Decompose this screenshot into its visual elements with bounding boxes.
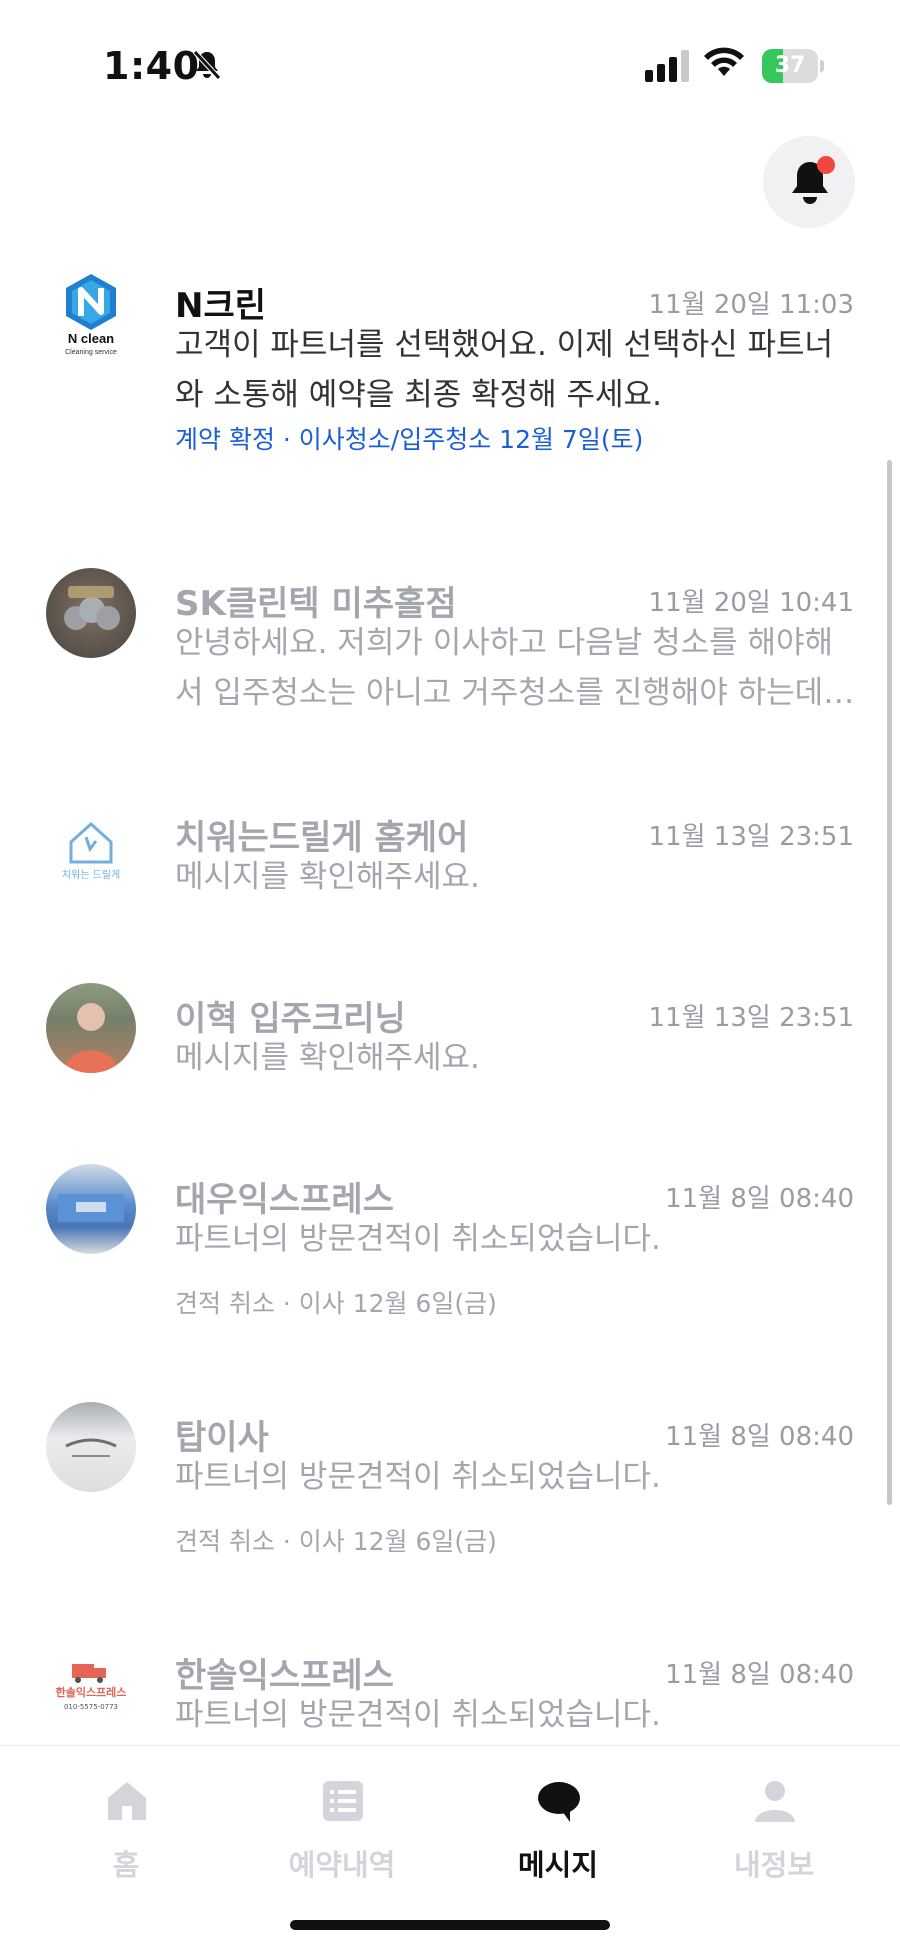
message-preview: 파트너의 방문견적이 취소되었습니다.: [175, 1459, 661, 1495]
message-time: 11월 8일 08:40: [665, 1422, 854, 1452]
tab-home[interactable]: 홈: [26, 1746, 226, 1886]
message-preview: 메시지를 확인해주세요.: [175, 859, 480, 895]
avatar: [46, 983, 136, 1073]
message-status: 견적 취소 · 이사 12월 6일(금): [175, 1289, 497, 1318]
message-item[interactable]: 대우익스프레스 11월 8일 08:40 파트너의 방문견적이 취소되었습니다.…: [0, 1164, 900, 1318]
avatar: N clean Cleaning service: [46, 270, 136, 360]
tab-profile[interactable]: 내정보: [674, 1746, 874, 1886]
tab-label: 홈: [112, 1848, 140, 1882]
person-photo-icon: [64, 1003, 118, 1073]
home-indicator: [290, 1920, 610, 1930]
battery-percent: 37: [774, 53, 806, 78]
message-item[interactable]: 치워는 드릴게 치워는드릴게 홈케어 11월 13일 23:51 메시지를 확인…: [0, 802, 900, 902]
message-list: N clean Cleaning service N크린 11월 20일 11:…: [0, 250, 900, 1745]
tab-label: 메시지: [517, 1848, 599, 1882]
message-item[interactable]: N clean Cleaning service N크린 11월 20일 11:…: [0, 270, 900, 460]
tab-messages[interactable]: 메시지: [458, 1746, 658, 1886]
message-preview: 안녕하세요. 저희가 이사하고 다음날 청소를 해야해서 입주청소는 아니고 거…: [175, 625, 834, 711]
message-preview: 파트너의 방문견적이 취소되었습니다.: [175, 1697, 661, 1733]
message-time: 11월 13일 23:51: [648, 822, 854, 852]
message-item[interactable]: 한솔익스프레스 010-5575-0773 한솔익스프레스 11월 8일 08:…: [0, 1640, 900, 1745]
tab-label: 예약내역: [288, 1848, 396, 1882]
message-item[interactable]: SK클린텍 미추홀점 11월 20일 10:41 안녕하세요. 저희가 이사하고…: [0, 568, 900, 718]
status-bar: 1:40 37: [0, 0, 900, 130]
message-item[interactable]: 탑이사 11월 8일 08:40 파트너의 방문견적이 취소되었습니다. 견적 …: [0, 1402, 900, 1556]
message-time: 11월 8일 08:40: [665, 1184, 854, 1214]
svg-text:Cleaning service: Cleaning service: [65, 349, 117, 356]
message-time: 11월 20일 11:03: [648, 290, 854, 320]
avatar: 한솔익스프레스 010-5575-0773: [46, 1640, 136, 1730]
svg-text:N clean: N clean: [68, 331, 114, 346]
wifi-icon: [704, 47, 744, 76]
message-time: 11월 8일 08:40: [665, 1660, 854, 1690]
tab-label: 내정보: [733, 1848, 815, 1882]
truck-photo-icon: [58, 1194, 124, 1222]
message-status: 계약 확정 · 이사청소/입주청소 12월 7일(토): [175, 425, 644, 454]
avatar: [46, 1402, 136, 1492]
person-icon: [755, 1781, 795, 1822]
message-time: 11월 13일 23:51: [648, 1003, 854, 1033]
message-preview: 파트너의 방문견적이 취소되었습니다.: [175, 1221, 661, 1257]
cellular-signal-icon: [645, 50, 689, 82]
battery-indicator: 37: [762, 49, 824, 83]
avatar: [46, 568, 136, 658]
chat-icon: [538, 1782, 580, 1822]
status-time: 1:40: [103, 44, 200, 88]
message-preview: 고객이 파트너를 선택했어요. 이제 선택하신 파트너와 소통해 예약을 최종 …: [175, 327, 834, 413]
avatar: 치워는 드릴게: [46, 802, 136, 892]
message-time: 11월 20일 10:41: [648, 588, 854, 618]
scrollbar[interactable]: [887, 460, 892, 1505]
message-item[interactable]: 이혁 입주크리닝 11월 13일 23:51 메시지를 확인해주세요.: [0, 983, 900, 1083]
sk-cleantech-logo-icon: [64, 586, 120, 630]
logo-phone: 010-5575-0773: [64, 1703, 118, 1711]
logo-text: 한솔익스프레스: [56, 1685, 127, 1699]
hansol-logo-icon: 한솔익스프레스 010-5575-0773: [56, 1664, 127, 1711]
message-status: 견적 취소 · 이사 12월 6일(금): [175, 1527, 497, 1556]
bell-slash-icon: [193, 50, 221, 80]
n-clean-logo-icon: N clean Cleaning service: [65, 274, 117, 356]
notification-button[interactable]: [763, 136, 855, 228]
logo-text: 치워는 드릴게: [62, 868, 120, 881]
notification-dot: [817, 156, 835, 174]
tab-reservations[interactable]: 예약내역: [242, 1746, 442, 1886]
sign-photo-icon: [65, 1438, 117, 1457]
home-icon: [108, 1782, 146, 1820]
message-preview: 메시지를 확인해주세요.: [175, 1040, 480, 1076]
house-logo-icon: 치워는 드릴게: [62, 821, 120, 881]
list-icon: [323, 1781, 363, 1821]
avatar: [46, 1164, 136, 1254]
